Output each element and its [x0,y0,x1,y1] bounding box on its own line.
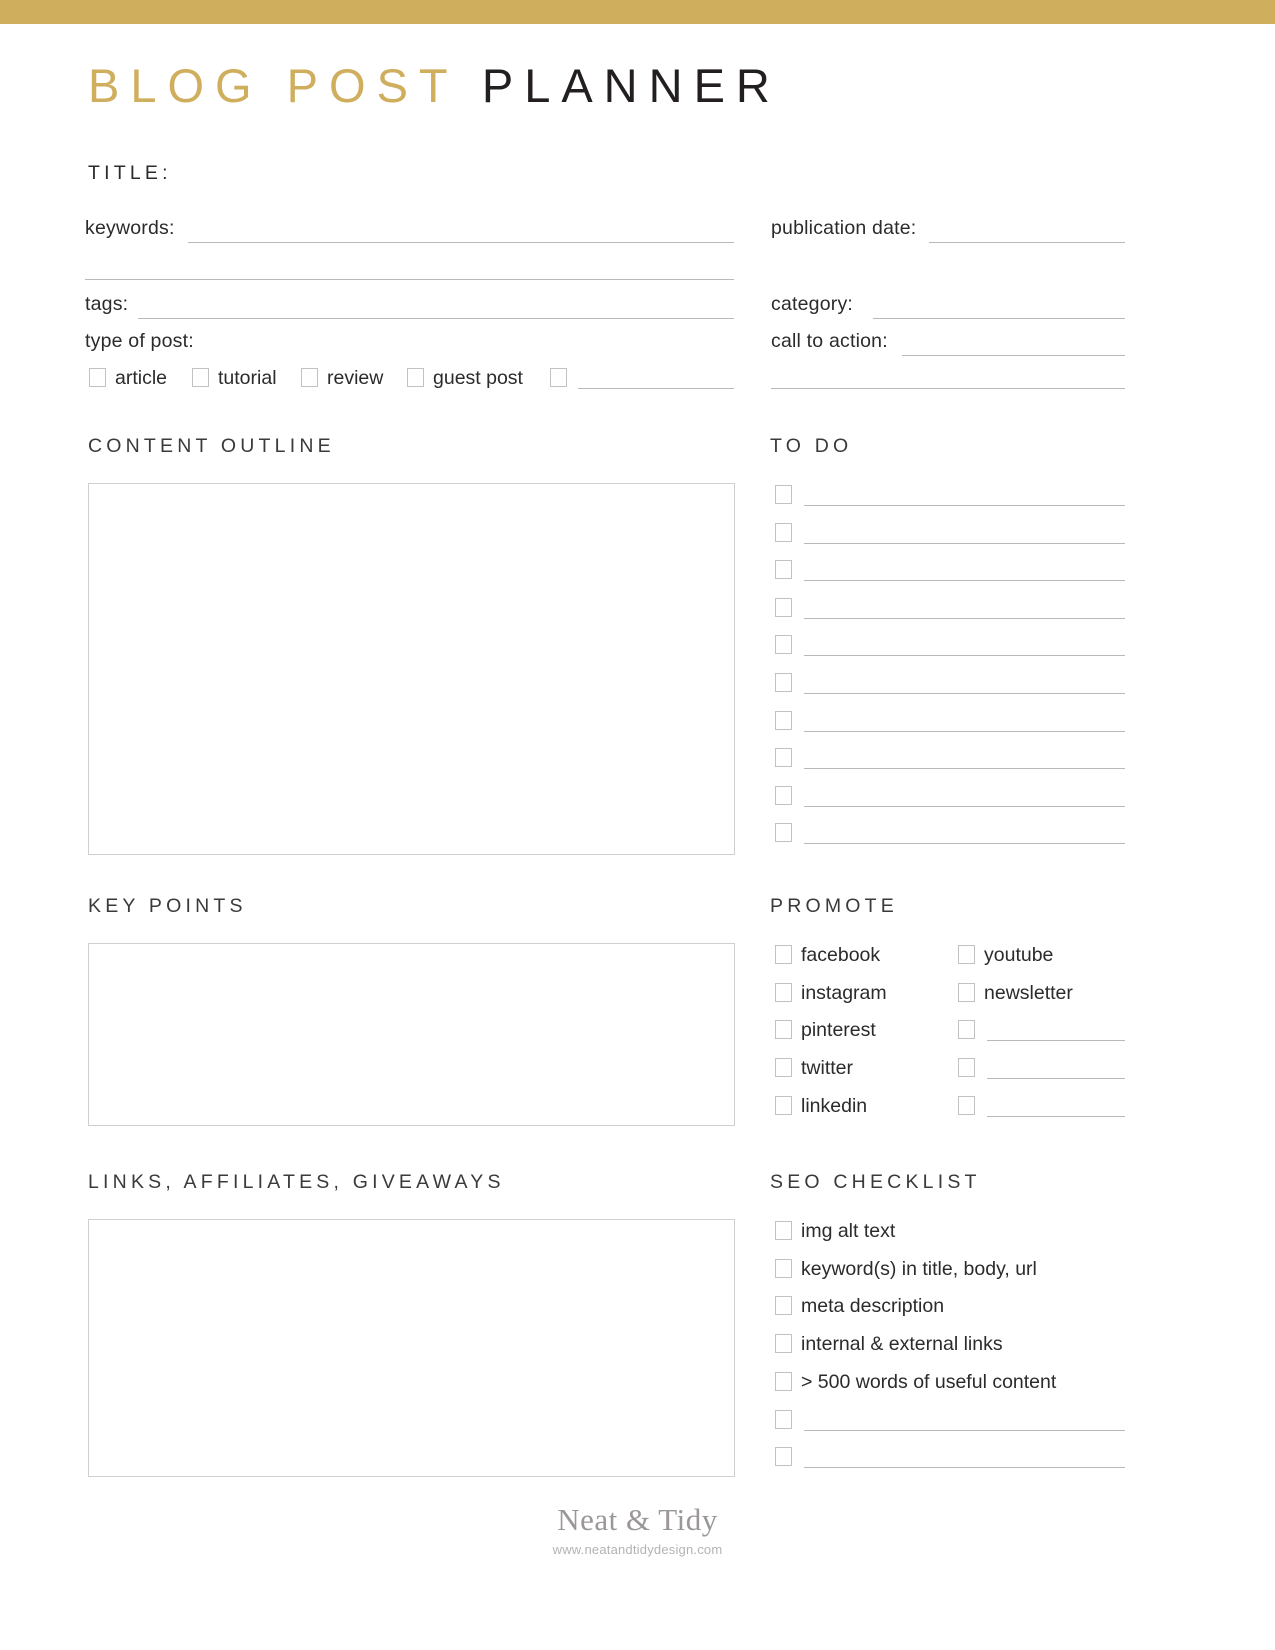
label-promote-linkedin: linkedin [801,1094,868,1117]
checkbox-to-do-9[interactable] [775,785,792,805]
key-points-textarea[interactable] [88,943,735,1126]
page-title-gold: BLOG POST [88,59,458,112]
promote-input-line-1[interactable] [987,1040,1125,1042]
checkbox-seo-blank-2[interactable] [775,1447,792,1467]
promote-input-line-3[interactable] [987,1115,1125,1117]
checkbox-to-do-1[interactable] [775,485,792,504]
label-seo-500-words-of-useful-content: > 500 words of useful content [801,1370,1057,1393]
checkbox-seo-meta-description[interactable] [775,1296,792,1316]
checkbox-promote-linkedin[interactable] [775,1095,792,1115]
checkbox-to-do-3[interactable] [775,560,792,580]
seo-input-line-2[interactable] [804,1467,1125,1469]
type-of-post-label: type of post: [85,330,194,352]
label-type-tutorial: tutorial [218,367,277,389]
checkbox-type-guest-post[interactable] [407,368,424,387]
label-seo-meta-description: meta description [801,1295,945,1318]
promote-input-line-2[interactable] [987,1078,1125,1080]
top-gold-bar [0,0,1275,24]
checkbox-seo-internal-external-links[interactable] [775,1334,792,1354]
label-promote-youtube: youtube [984,944,1054,966]
to-do-input-line-7[interactable] [804,730,1125,732]
checkbox-promote-pinterest[interactable] [775,1020,792,1040]
checkbox-promote-blank-1[interactable] [958,1020,975,1040]
to-do-input-line-2[interactable] [804,542,1125,544]
checkbox-seo-blank-1[interactable] [775,1409,792,1429]
checkbox-promote-blank-2[interactable] [958,1058,975,1078]
tags-label: tags: [85,293,129,315]
page-title: BLOG POST PLANNER [88,62,781,109]
to-do-input-line-10[interactable] [804,843,1125,845]
keywords-label: keywords: [85,217,175,239]
checkbox-promote-facebook[interactable] [775,945,792,964]
section-heading-promote: PROMOTE [770,895,898,917]
checkbox-to-do-4[interactable] [775,597,792,617]
label-promote-twitter: twitter [801,1057,854,1080]
section-heading-seo-checklist: SEO CHECKLIST [770,1171,981,1193]
keywords-input-line-2[interactable] [85,279,734,280]
checkbox-promote-blank-3[interactable] [958,1095,975,1115]
section-heading-to-do: TO DO [770,435,853,457]
to-do-input-line-9[interactable] [804,805,1125,807]
label-seo-keyword-s-in-title-body-url: keyword(s) in title, body, url [801,1257,1037,1280]
label-type-article: article [115,367,168,389]
tags-input-line[interactable] [138,318,734,319]
checkbox-seo-500-words-of-useful-content[interactable] [775,1371,792,1391]
checkbox-type-article[interactable] [89,368,106,387]
checkbox-to-do-8[interactable] [775,748,792,768]
label-promote-pinterest: pinterest [801,1019,876,1042]
checkbox-promote-twitter[interactable] [775,1058,792,1078]
checkbox-to-do-5[interactable] [775,635,792,655]
section-heading-key-points: KEY POINTS [88,895,247,917]
checkbox-type-review[interactable] [301,368,318,387]
to-do-input-line-3[interactable] [804,580,1125,582]
call-to-action-label: call to action: [771,330,888,352]
call-to-action-input-line-2[interactable] [771,388,1125,389]
content-outline-textarea[interactable] [88,483,735,855]
checkbox-type-other[interactable] [550,368,567,387]
to-do-input-line-4[interactable] [804,617,1125,619]
checkbox-promote-instagram[interactable] [775,982,792,1002]
footer-brand: Neat & Tidy [557,1502,718,1537]
checkbox-to-do-2[interactable] [775,522,792,542]
footer-url: www.neatandtidydesign.com [552,1542,723,1557]
publication-date-label: publication date: [771,217,917,239]
to-do-input-line-6[interactable] [804,693,1125,694]
checkbox-type-tutorial[interactable] [192,368,209,387]
to-do-input-line-1[interactable] [804,505,1125,506]
checkbox-promote-youtube[interactable] [958,945,975,964]
planner-page: BLOG POST PLANNER TITLE: keywords: tags:… [0,24,1275,1650]
checkbox-seo-keyword-s-in-title-body-url[interactable] [775,1258,792,1278]
checkbox-seo-img-alt-text[interactable] [775,1221,792,1240]
to-do-input-line-8[interactable] [804,768,1125,770]
seo-input-line-1[interactable] [804,1429,1125,1431]
links-affiliates-giveaways-textarea[interactable] [88,1219,735,1477]
section-heading-links-affiliates-giveaways: LINKS, AFFILIATES, GIVEAWAYS [88,1171,505,1193]
to-do-input-line-5[interactable] [804,655,1125,657]
label-seo-img-alt-text: img alt text [801,1220,896,1242]
label-promote-newsletter: newsletter [984,981,1073,1004]
label-type-guest-post: guest post [433,367,523,389]
call-to-action-input-line-1[interactable] [902,355,1125,356]
category-input-line[interactable] [873,318,1125,319]
checkbox-promote-newsletter[interactable] [958,982,975,1002]
page-title-dark: PLANNER [481,59,781,112]
checkbox-to-do-7[interactable] [775,710,792,730]
label-seo-internal-external-links: internal & external links [801,1333,1003,1356]
category-label: category: [771,293,854,315]
checkbox-to-do-10[interactable] [775,823,792,843]
label-type-review: review [327,367,384,389]
label-promote-instagram: instagram [801,981,887,1004]
type-other-input-line[interactable] [578,388,734,389]
label-promote-facebook: facebook [801,944,881,966]
checkbox-to-do-6[interactable] [775,673,792,692]
title-field-label: TITLE: [88,162,172,184]
publication-date-input-line[interactable] [929,242,1125,243]
section-heading-content-outline: CONTENT OUTLINE [88,435,335,457]
keywords-input-line-1[interactable] [188,242,734,243]
